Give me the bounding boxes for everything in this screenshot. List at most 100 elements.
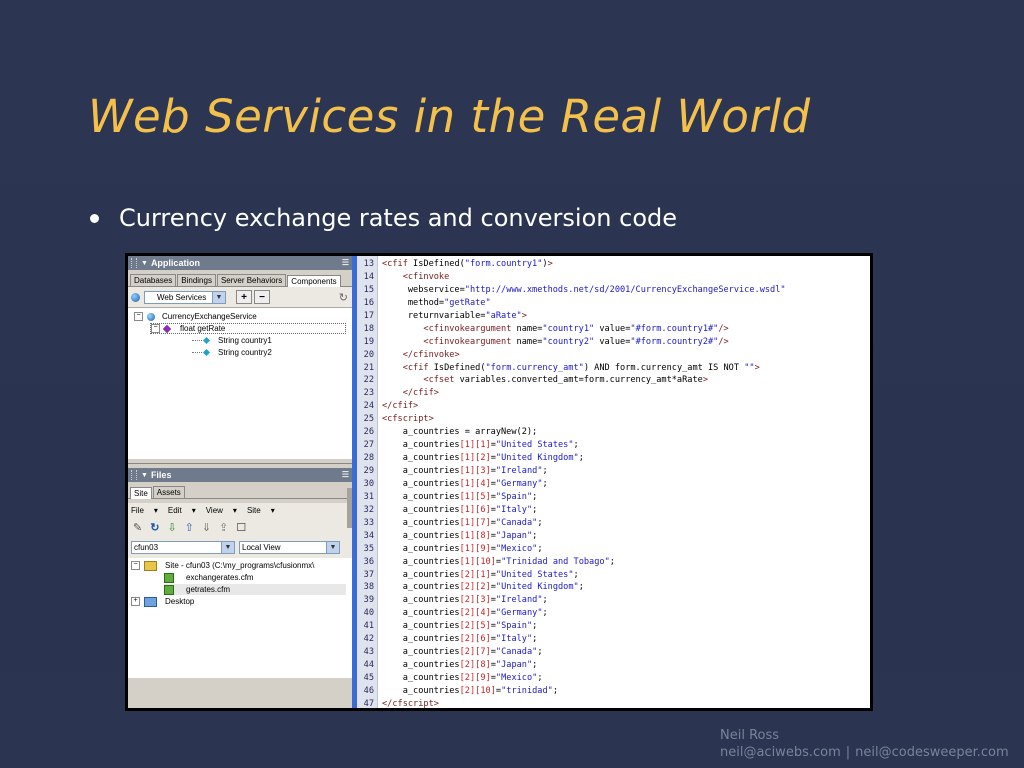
menu-edit[interactable]: Edit ▾ xyxy=(168,506,196,515)
line-number: 38 xyxy=(363,582,374,593)
tab-bindings[interactable]: Bindings xyxy=(177,274,216,286)
code-line[interactable]: a_countries = arrayNew(2); xyxy=(382,426,870,439)
collapse-toggle[interactable]: − xyxy=(131,561,140,570)
tree-item-desktop[interactable]: + Desktop xyxy=(131,596,194,607)
tab-components[interactable]: Components xyxy=(287,275,341,287)
tree-item-site-root[interactable]: − Site - cfun03 (C:\my_programs\cfusionm… xyxy=(131,560,314,571)
expand-panel-icon[interactable]: ☐ xyxy=(236,521,246,534)
application-panel-header[interactable]: ▼ Application ☰ xyxy=(128,256,352,270)
code-line[interactable]: a_countries[2][5]="Spain"; xyxy=(382,620,870,633)
menu-label: Edit xyxy=(167,506,182,515)
code-line[interactable]: a_countries[2][7]="Canada"; xyxy=(382,646,870,659)
get-files-icon[interactable]: ⇩ xyxy=(167,521,176,534)
code-line[interactable]: method="getRate" xyxy=(382,297,870,310)
code-line[interactable]: a_countries[2][8]="Japan"; xyxy=(382,659,870,672)
code-line[interactable]: a_countries[2][6]="Italy"; xyxy=(382,633,870,646)
chevron-down-icon[interactable]: ▼ xyxy=(221,541,234,553)
tab-assets[interactable]: Assets xyxy=(152,486,185,498)
line-number: 46 xyxy=(363,685,374,696)
code-editor[interactable]: 13 14 15 16 17 18 19 20 21 22 23 24 25 26 27 28 29 30 31 32… xyxy=(352,256,870,708)
code-line[interactable]: <cfinvokeargument name="country1" value=… xyxy=(382,323,870,336)
code-line[interactable]: a_countries[2][1]="United States"; xyxy=(382,569,870,582)
line-number: 17 xyxy=(363,310,374,321)
component-type-select[interactable]: Web Services ▼ xyxy=(144,290,226,304)
tree-item-file[interactable]: exchangerates.cfm xyxy=(164,572,254,583)
code-line[interactable]: a_countries[1][2]="United Kingdom"; xyxy=(382,452,870,465)
add-component-button[interactable]: + xyxy=(236,290,252,304)
code-line[interactable]: <cfif IsDefined("form.currency_amt") AND… xyxy=(382,362,870,375)
remove-component-button[interactable]: − xyxy=(254,290,270,304)
menu-file[interactable]: File ▾ xyxy=(131,506,158,515)
code-line[interactable]: a_countries[1][1]="United States"; xyxy=(382,439,870,452)
tab-databases[interactable]: Databases xyxy=(130,274,177,286)
code-line[interactable]: a_countries[1][6]="Italy"; xyxy=(382,504,870,517)
refresh-icon[interactable]: ↻ xyxy=(150,521,159,534)
tab-server-behaviors[interactable]: Server Behaviors xyxy=(216,274,287,286)
code-line[interactable]: a_countries[1][3]="Ireland"; xyxy=(382,465,870,478)
code-area[interactable]: <cfif IsDefined("form.country1")> <cfinv… xyxy=(378,256,870,708)
email-link[interactable]: neil@codesweeper.com xyxy=(855,745,1009,760)
code-line[interactable]: </cfif> xyxy=(382,387,870,400)
files-panel-header[interactable]: ▼ Files ☰ xyxy=(128,468,352,482)
code-line[interactable]: a_countries[2][10]="trinidad"; xyxy=(382,685,870,698)
line-number: 14 xyxy=(363,271,374,282)
tree-item-param[interactable]: String country1 xyxy=(192,335,272,346)
code-line[interactable]: a_countries[2][9]="Mexico"; xyxy=(382,672,870,685)
tab-site[interactable]: Site xyxy=(130,487,152,499)
code-line[interactable]: webservice="http://www.xmethods.net/sd/2… xyxy=(382,284,870,297)
line-number: 21 xyxy=(363,362,374,373)
grip-icon[interactable] xyxy=(131,470,137,480)
code-line[interactable]: a_countries[1][4]="Germany"; xyxy=(382,478,870,491)
code-line[interactable]: a_countries[2][3]="Ireland"; xyxy=(382,594,870,607)
code-line[interactable]: a_countries[2][4]="Germany"; xyxy=(382,607,870,620)
check-in-icon[interactable]: ⇪ xyxy=(219,521,228,534)
grip-icon[interactable] xyxy=(131,258,137,268)
code-line[interactable]: <cfset variables.converted_amt=form.curr… xyxy=(382,374,870,387)
collapse-toggle[interactable]: − xyxy=(134,312,143,321)
parameter-icon xyxy=(202,348,211,357)
line-number: 47 xyxy=(363,698,374,708)
chevron-down-icon[interactable]: ▼ xyxy=(212,291,225,303)
expand-toggle[interactable]: + xyxy=(131,597,140,606)
refresh-icon[interactable]: ↻ xyxy=(339,291,348,304)
code-line[interactable]: <cfinvoke xyxy=(382,271,870,284)
code-line[interactable]: a_countries[1][10]="Trinidad and Tobago"… xyxy=(382,556,870,569)
panel-menu-icon[interactable]: ☰ xyxy=(342,258,349,267)
collapse-arrow-icon[interactable]: ▼ xyxy=(141,472,148,479)
tree-item-file[interactable]: getrates.cfm xyxy=(164,584,346,595)
files-icon-toolbar: ✎ ↻ ⇩ ⇧ ⇓ ⇪ ☐ xyxy=(128,518,352,536)
chevron-down-icon[interactable]: ▼ xyxy=(326,541,339,553)
check-out-icon[interactable]: ⇓ xyxy=(202,521,211,534)
view-select[interactable]: Local View ▼ xyxy=(239,540,340,554)
put-files-icon[interactable]: ⇧ xyxy=(185,521,194,534)
menu-view[interactable]: View ▾ xyxy=(206,506,237,515)
code-line[interactable]: <cfif IsDefined("form.country1")> xyxy=(382,258,870,271)
menu-site[interactable]: Site ▾ xyxy=(247,506,275,515)
line-number: 29 xyxy=(363,466,374,476)
tree-item-param[interactable]: String country2 xyxy=(192,347,272,358)
site-select[interactable]: cfun03 ▼ xyxy=(131,540,235,554)
bullet-item: Currency exchange rates and conversion c… xyxy=(88,204,677,232)
connect-icon[interactable]: ✎ xyxy=(133,521,142,534)
code-line[interactable]: returnvariable="aRate"> xyxy=(382,310,870,323)
tree-item-service[interactable]: − CurrencyExchangeService xyxy=(134,311,257,322)
code-line[interactable]: a_countries[1][7]="Canada"; xyxy=(382,517,870,530)
tree-item-method[interactable]: − float getRate xyxy=(150,323,346,334)
collapse-arrow-icon[interactable]: ▼ xyxy=(141,260,148,267)
code-line[interactable]: a_countries[1][5]="Spain"; xyxy=(382,491,870,504)
tree-item-label: getrates.cfm xyxy=(186,585,231,594)
code-line[interactable]: a_countries[1][8]="Japan"; xyxy=(382,530,870,543)
email-separator: | xyxy=(845,745,851,760)
code-line[interactable]: a_countries[1][9]="Mexico"; xyxy=(382,543,870,556)
code-line[interactable]: </cfscript> xyxy=(382,698,870,708)
code-line[interactable]: </cfinvoke> xyxy=(382,349,870,362)
collapse-toggle[interactable]: − xyxy=(151,324,160,333)
panel-menu-icon[interactable]: ☰ xyxy=(342,470,349,479)
components-toolbar: Web Services ▼ + − ↻ xyxy=(128,287,352,308)
code-line[interactable]: </cfif> xyxy=(382,400,870,413)
code-line[interactable]: <cfinvokeargument name="country2" value=… xyxy=(382,336,870,349)
code-line[interactable]: <cfscript> xyxy=(382,413,870,426)
email-link[interactable]: neil@aciwebs.com xyxy=(720,745,841,760)
code-line[interactable]: a_countries[2][2]="United Kingdom"; xyxy=(382,581,870,594)
panel-column: ▼ Application ☰ Databases Bindings Serve… xyxy=(128,256,352,708)
